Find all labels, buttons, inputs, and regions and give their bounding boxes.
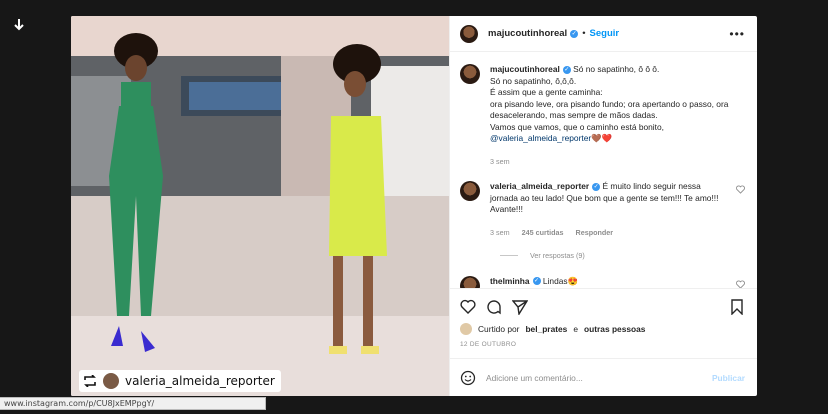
caption-line: ora pisando leve, ora pisando fundo; ora…: [490, 98, 729, 121]
post-header: majucoutinhoreal ✓ • Seguir •••: [450, 16, 757, 52]
comment-time[interactable]: 3 sem: [490, 227, 510, 239]
caption-mention[interactable]: @valeria_almeida_reporter: [490, 133, 591, 143]
repost-username: valeria_almeida_reporter: [125, 374, 275, 388]
replies-line: [500, 255, 518, 257]
repost-icon: [84, 375, 96, 387]
more-icon[interactable]: •••: [729, 27, 745, 41]
likes-prefix: Curtido por: [478, 324, 520, 334]
comment-heart-icon[interactable]: [736, 279, 745, 289]
post-caption: majucoutinhoreal ✓ Só no sapatinho, ô ô ô…: [460, 64, 745, 167]
author-avatar[interactable]: [460, 24, 478, 43]
comments-list: majucoutinhoreal ✓ Só no sapatinho, ô ô ô…: [450, 52, 757, 288]
download-icon[interactable]: [12, 18, 26, 32]
repost-badge[interactable]: valeria_almeida_reporter: [79, 370, 281, 392]
liker-avatar[interactable]: [460, 323, 472, 335]
save-icon[interactable]: [729, 299, 745, 315]
reply-button[interactable]: Responder: [576, 227, 614, 239]
follow-button[interactable]: Seguir: [590, 28, 620, 39]
repost-user-avatar: [103, 373, 119, 389]
verified-icon: ✓: [532, 277, 541, 286]
caption-line: Só no sapatinho, ô,ô,ô.: [490, 75, 577, 86]
author-username[interactable]: majucoutinhoreal: [488, 28, 567, 39]
emoji-icon[interactable]: [460, 370, 476, 386]
separator-dot: •: [582, 28, 586, 39]
caption-time[interactable]: 3 sem: [490, 156, 510, 168]
likes-connector: e: [573, 324, 579, 334]
share-icon[interactable]: [512, 299, 528, 315]
view-replies-label: Ver respostas (9): [530, 251, 585, 260]
caption-line: Só no sapatinho, ô ô ô.: [573, 64, 660, 74]
verified-icon: ✓: [592, 182, 601, 191]
add-comment-bar: Publicar: [450, 358, 757, 396]
caption-line: Vamos que vamos, que o caminho está boni…: [490, 121, 664, 132]
comment-item: valeria_almeida_reporter ✓ É muito lindo …: [460, 181, 745, 238]
view-replies[interactable]: Ver respostas (9): [500, 250, 745, 262]
verified-icon: ✓: [562, 65, 571, 74]
caption-line: É assim que a gente caminha:: [490, 87, 603, 97]
comment-likes[interactable]: 245 curtidas: [522, 227, 564, 239]
post-actions: Curtido por bel_prates e outras pessoas …: [450, 288, 757, 348]
comment-icon[interactable]: [486, 299, 502, 315]
publish-button[interactable]: Publicar: [712, 373, 745, 383]
caption-emoji: 🤎❤️: [591, 133, 613, 143]
comment-username[interactable]: valeria_almeida_reporter: [490, 181, 589, 191]
post-photo: valeria_almeida_reporter: [71, 16, 449, 396]
comment-avatar[interactable]: [460, 181, 480, 201]
comment-username[interactable]: thelminha: [490, 276, 530, 286]
likes-summary: Curtido por bel_prates e outras pessoas: [460, 323, 745, 335]
caption-username[interactable]: majucoutinhoreal: [490, 64, 560, 74]
comment-text: Lindas😍: [542, 275, 578, 286]
comment-heart-icon[interactable]: [736, 185, 745, 194]
likes-others[interactable]: outras pessoas: [584, 324, 645, 334]
status-bar-url: www.instagram.com/p/CU8JxEMPpgY/: [0, 397, 266, 410]
caption-author-avatar[interactable]: [460, 64, 480, 84]
post-side-panel: majucoutinhoreal ✓ • Seguir ••• majucout…: [449, 16, 757, 396]
verified-icon: ✓: [570, 29, 579, 38]
liker-username[interactable]: bel_prates: [525, 324, 567, 334]
comment-item: thelminha ✓ Lindas😍: [460, 275, 745, 289]
post-modal: valeria_almeida_reporter majucoutinhorea…: [71, 16, 757, 396]
comment-input[interactable]: [486, 372, 702, 383]
heart-icon[interactable]: [460, 299, 476, 315]
comment-avatar[interactable]: [460, 275, 480, 288]
post-date[interactable]: 12 DE OUTUBRO: [460, 341, 745, 348]
